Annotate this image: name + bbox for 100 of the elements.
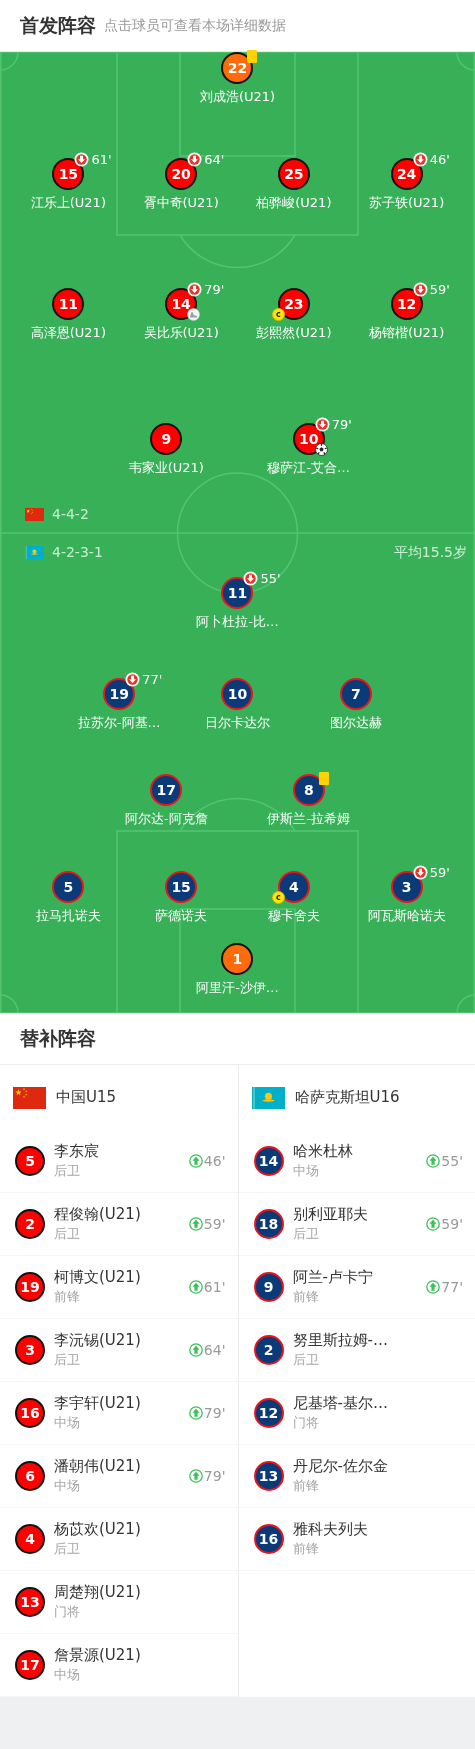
substitution-minute: 77': [142, 671, 163, 689]
substitution-off-icon: [412, 152, 428, 167]
jersey-number[interactable]: 11: [221, 577, 254, 609]
captain-badge: c: [271, 308, 285, 321]
jersey-number: 16: [15, 1398, 45, 1428]
jersey-number: 5: [15, 1146, 45, 1176]
player-name: 李东宸: [54, 1142, 99, 1161]
substitution-off-icon: [314, 417, 330, 432]
substitution-on-icon: [426, 1217, 441, 1231]
substitution-minute: 79': [203, 1466, 226, 1486]
player-position: 后卫: [54, 1162, 81, 1180]
player-name: 丹尼尔-佐尔金: [292, 1457, 388, 1476]
substitution-minute: 46': [203, 1151, 226, 1171]
substitution-on-icon: [188, 1406, 203, 1420]
jersey-number[interactable]: 8: [292, 774, 325, 806]
jersey-number[interactable]: 19: [103, 678, 136, 710]
jersey-number: 13: [253, 1461, 284, 1491]
jersey-number: 3: [15, 1335, 45, 1365]
substitute-row[interactable]: 4 杨苡欢(U21) 后卫: [0, 1508, 238, 1571]
jersey-number[interactable]: 15: [52, 158, 85, 190]
substitution-minute: 55': [441, 1151, 463, 1171]
player-name: 彭熙然(U21): [256, 324, 332, 341]
average-age: 平均15.5岁: [393, 542, 467, 562]
section-hint: 点击球员可查看本场详细数据: [104, 16, 286, 35]
jersey-number[interactable]: 5: [52, 871, 85, 903]
kazakhstan-flag-icon: [251, 1086, 285, 1109]
player-position: 后卫: [292, 1351, 320, 1369]
team-name: 中国U15: [56, 1087, 117, 1109]
substitution-on-icon: [426, 1280, 441, 1294]
player-name: 阿兰-卢卡宁: [292, 1268, 373, 1287]
player-name: 周楚翔(U21): [54, 1583, 141, 1602]
player-name: 阿瓦斯哈诺夫: [367, 907, 446, 924]
substitution-minute: 79': [204, 281, 225, 299]
substitution-minute: 64': [204, 151, 225, 169]
player-name: 高泽恩(U21): [30, 324, 106, 341]
player-position: 前锋: [292, 1477, 320, 1495]
player-name: 苏子轶(U21): [369, 194, 445, 211]
substitution-off-icon: [187, 282, 203, 297]
jersey-number: 6: [15, 1461, 45, 1491]
player-position: 后卫: [54, 1540, 81, 1558]
substitute-row[interactable]: 6 潘朝伟(U21) 中场 79': [0, 1445, 238, 1508]
substitution-off-icon: [243, 571, 259, 586]
player-name: 尼基塔-基尔…: [292, 1394, 388, 1413]
jersey-number: 4: [15, 1524, 45, 1554]
jersey-number: 13: [15, 1587, 45, 1617]
player-position: 后卫: [54, 1351, 81, 1369]
substitution-on-icon: [188, 1469, 203, 1483]
captain-badge: c: [271, 891, 285, 904]
jersey-number: 9: [253, 1272, 284, 1302]
substitute-row[interactable]: 2 程俊翰(U21) 后卫 59': [0, 1193, 238, 1256]
formation-label: 4-4-2: [52, 504, 89, 524]
player-name: 柯博文(U21): [54, 1268, 141, 1287]
substitution-minute: 55': [260, 570, 281, 588]
jersey-number[interactable]: 3: [390, 871, 423, 903]
jersey-number[interactable]: 24: [390, 158, 423, 190]
jersey-number[interactable]: 10: [221, 678, 254, 710]
player-name: 刘成浩(U21): [199, 88, 276, 105]
jersey-number: 14: [253, 1146, 284, 1176]
substitution-on-icon: [188, 1280, 203, 1294]
jersey-number: 19: [15, 1272, 45, 1302]
player-name: 阿卜杜拉-比…: [196, 613, 279, 630]
substitution-minute: 59': [429, 281, 450, 299]
substitution-off-icon: [187, 152, 203, 167]
substitution-on-icon: [188, 1217, 203, 1231]
player-position: 前锋: [54, 1288, 81, 1306]
jersey-number: 18: [253, 1209, 284, 1239]
jersey-number[interactable]: 12: [390, 288, 423, 320]
jersey-number: 2: [253, 1335, 284, 1365]
substitution-minute: 77': [441, 1277, 463, 1297]
substitution-minute: 61': [91, 151, 112, 169]
substitution-minute: 64': [203, 1340, 226, 1360]
substitution-off-icon: [412, 282, 428, 297]
jersey-number[interactable]: 25: [277, 158, 310, 190]
jersey-number[interactable]: 11: [52, 288, 85, 320]
player-name: 别利亚耶夫: [292, 1205, 368, 1224]
substitution-minute: 46': [429, 151, 450, 169]
substitute-row[interactable]: 9 阿兰-卢卡宁 前锋 77': [238, 1256, 475, 1319]
substitute-row[interactable]: 3 李沅锡(U21) 后卫 64': [0, 1319, 238, 1382]
player-name: 穆卡舍夫: [267, 907, 320, 924]
substitute-row[interactable]: 2 努里斯拉姆-… 后卫: [238, 1319, 475, 1382]
substitution-on-icon: [426, 1154, 441, 1168]
substitute-row[interactable]: 5 李东宸 后卫 46': [0, 1130, 238, 1193]
jersey-number[interactable]: 9: [150, 423, 183, 455]
substitution-minute: 59': [203, 1214, 226, 1234]
player-name: 潘朝伟(U21): [54, 1457, 141, 1476]
player-position: 门将: [54, 1603, 81, 1621]
player-position: 前锋: [292, 1288, 320, 1306]
substitution-minute: 61': [203, 1277, 226, 1297]
jersey-number[interactable]: 17: [150, 774, 183, 806]
jersey-number: 2: [15, 1209, 45, 1239]
player-name: 吴比乐(U21): [143, 324, 219, 341]
player-name: 杨苡欢(U21): [54, 1520, 141, 1539]
china-flag-icon: [13, 1086, 46, 1109]
jersey-number: 12: [253, 1398, 284, 1428]
jersey-number[interactable]: 20: [165, 158, 198, 190]
team-name: 哈萨克斯坦U16: [294, 1087, 400, 1109]
player-name: 雅科夫列夫: [292, 1520, 368, 1539]
jersey-number[interactable]: 7: [339, 678, 372, 710]
jersey-number[interactable]: 15: [165, 871, 198, 903]
substitution-off-icon: [412, 865, 428, 880]
